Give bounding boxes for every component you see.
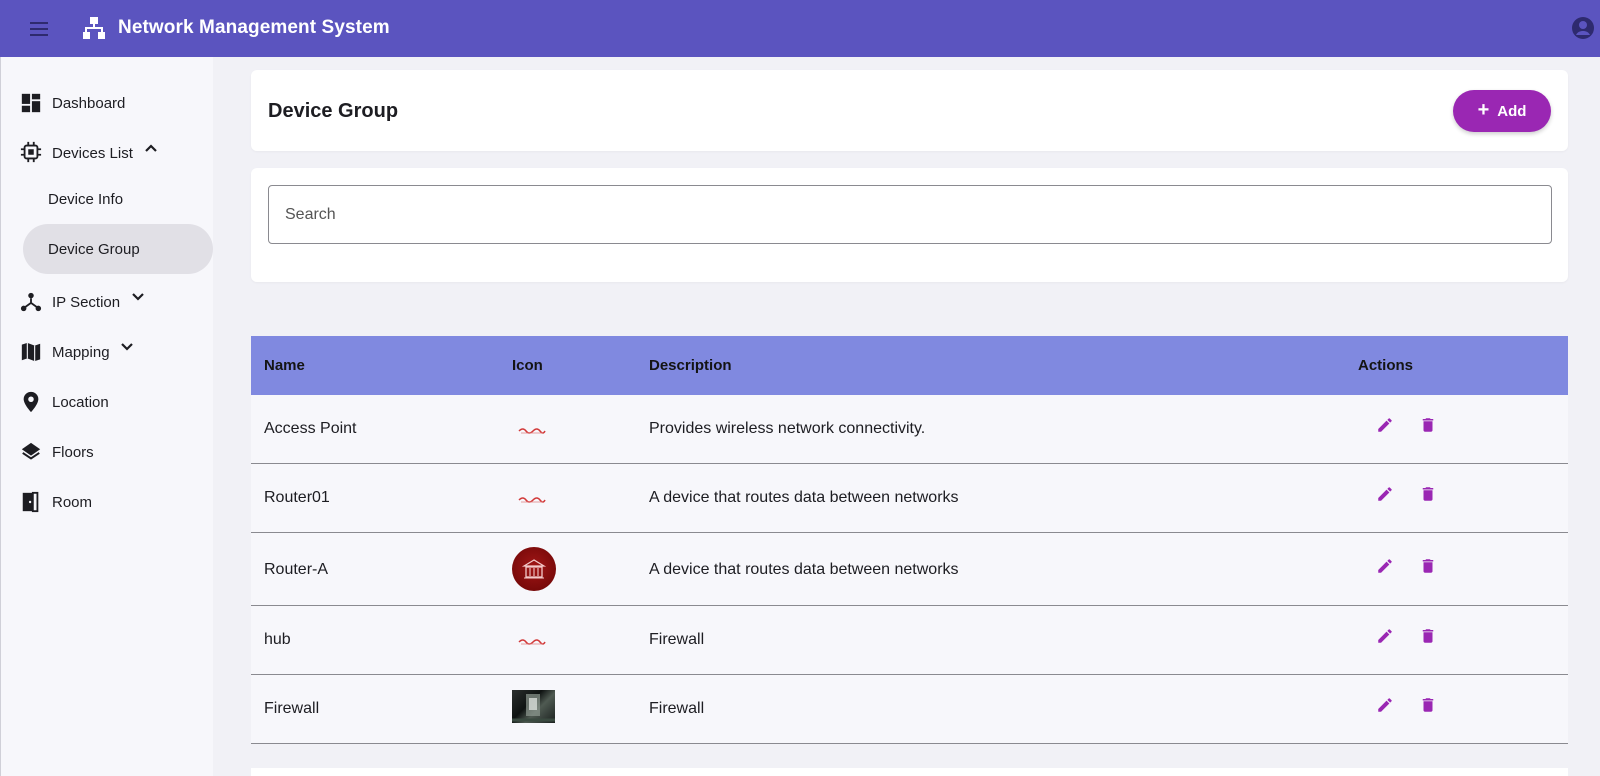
app-title: Network Management System (118, 17, 390, 38)
device-group-image (518, 428, 546, 434)
row-name: Router-A (264, 561, 329, 578)
page-header-card: Device Group + Add (251, 70, 1568, 151)
chip-icon (20, 141, 42, 163)
sidebar-item-label: Mapping (52, 344, 110, 361)
column-header-icon[interactable]: Icon (512, 357, 543, 374)
sidebar-item-label: Devices List (52, 145, 133, 162)
map-icon (21, 342, 41, 362)
hub-icon (20, 292, 42, 312)
column-header-description[interactable]: Description (649, 357, 732, 374)
add-button[interactable]: + Add (1453, 90, 1551, 132)
edit-icon[interactable] (1376, 557, 1394, 575)
sidebar-item-devices-list[interactable]: Devices List (1, 130, 214, 174)
sidebar-item-room[interactable]: Room (1, 480, 214, 524)
column-header-actions: Actions (1358, 357, 1414, 374)
row-description: Provides wireless network connectivity. (649, 420, 926, 437)
building-icon (522, 559, 546, 579)
edit-icon[interactable] (1376, 627, 1394, 645)
sidebar-item-location[interactable]: Location (1, 380, 214, 424)
row-description: A device that routes data between networ… (649, 561, 959, 578)
column-header-name[interactable]: Name (264, 357, 305, 374)
row-description: Firewall (649, 631, 705, 648)
next-card-edge (251, 768, 1568, 776)
row-name: Firewall (264, 700, 320, 717)
device-group-image (512, 690, 555, 723)
device-group-image (518, 639, 546, 645)
plus-icon: + (1477, 99, 1490, 121)
edit-icon[interactable] (1376, 485, 1394, 503)
account-circle-icon[interactable] (1571, 16, 1595, 40)
sidebar-item-ip-section[interactable]: IP Section (1, 280, 214, 324)
app-header: Network Management System (0, 0, 1600, 57)
sidebar-item-label: Dashboard (52, 95, 126, 112)
page-title: Device Group (268, 100, 399, 122)
delete-icon[interactable] (1419, 627, 1437, 645)
location-pin-icon (23, 391, 39, 413)
edit-icon[interactable] (1376, 416, 1394, 434)
delete-icon[interactable] (1419, 485, 1437, 503)
table-row[interactable]: Firewall Firewall (251, 675, 1568, 744)
device-group-image (512, 547, 556, 591)
sidebar-item-dashboard[interactable]: Dashboard (1, 81, 214, 125)
delete-icon[interactable] (1419, 696, 1437, 714)
dashboard-icon (21, 93, 41, 113)
photo-thumbnail-icon (512, 694, 555, 722)
chevron-down-icon[interactable] (119, 339, 135, 355)
row-description: A device that routes data between networ… (649, 489, 959, 506)
sidebar-item-label: Device Info (48, 190, 124, 208)
sidebar-item-label: Floors (52, 444, 94, 461)
sidebar-item-label: Location (52, 394, 109, 411)
table-header: Name Icon Description Actions (251, 336, 1568, 395)
edit-icon[interactable] (1376, 696, 1394, 714)
table-row[interactable]: Router01 A device that routes data betwe… (251, 464, 1568, 533)
row-description: Firewall (649, 700, 705, 717)
menu-icon[interactable] (26, 17, 52, 41)
device-group-table: Name Icon Description Actions Access Poi… (251, 336, 1568, 744)
sidebar-item-mapping[interactable]: Mapping (1, 330, 214, 374)
table-row[interactable]: Router-A A device that routes data betwe… (251, 533, 1568, 606)
sidebar: Dashboard Devices List Device Info Devic… (0, 57, 213, 776)
sidebar-item-floors[interactable]: Floors (1, 430, 214, 474)
table-row[interactable]: hub Firewall (251, 606, 1568, 675)
device-group-image (518, 497, 546, 503)
door-icon (22, 491, 39, 513)
delete-icon[interactable] (1419, 557, 1437, 575)
network-logo-icon (83, 17, 105, 39)
chevron-up-icon[interactable] (143, 140, 159, 156)
row-name: Router01 (264, 489, 330, 506)
sidebar-item-label: Room (52, 494, 93, 511)
sidebar-item-device-group[interactable]: Device Group (23, 224, 213, 274)
search-input[interactable] (268, 185, 1552, 244)
chevron-down-icon[interactable] (130, 289, 146, 305)
row-name: hub (264, 631, 291, 648)
sidebar-item-label: IP Section (52, 294, 121, 311)
table-row[interactable]: Access Point Provides wireless network c… (251, 395, 1568, 464)
sidebar-item-device-info[interactable]: Device Info (23, 174, 213, 224)
delete-icon[interactable] (1419, 416, 1437, 434)
add-button-label: Add (1497, 102, 1527, 120)
sidebar-item-label: Device Group (48, 240, 140, 258)
search-card (251, 168, 1568, 282)
row-name: Access Point (264, 420, 357, 437)
layers-icon (21, 442, 41, 460)
